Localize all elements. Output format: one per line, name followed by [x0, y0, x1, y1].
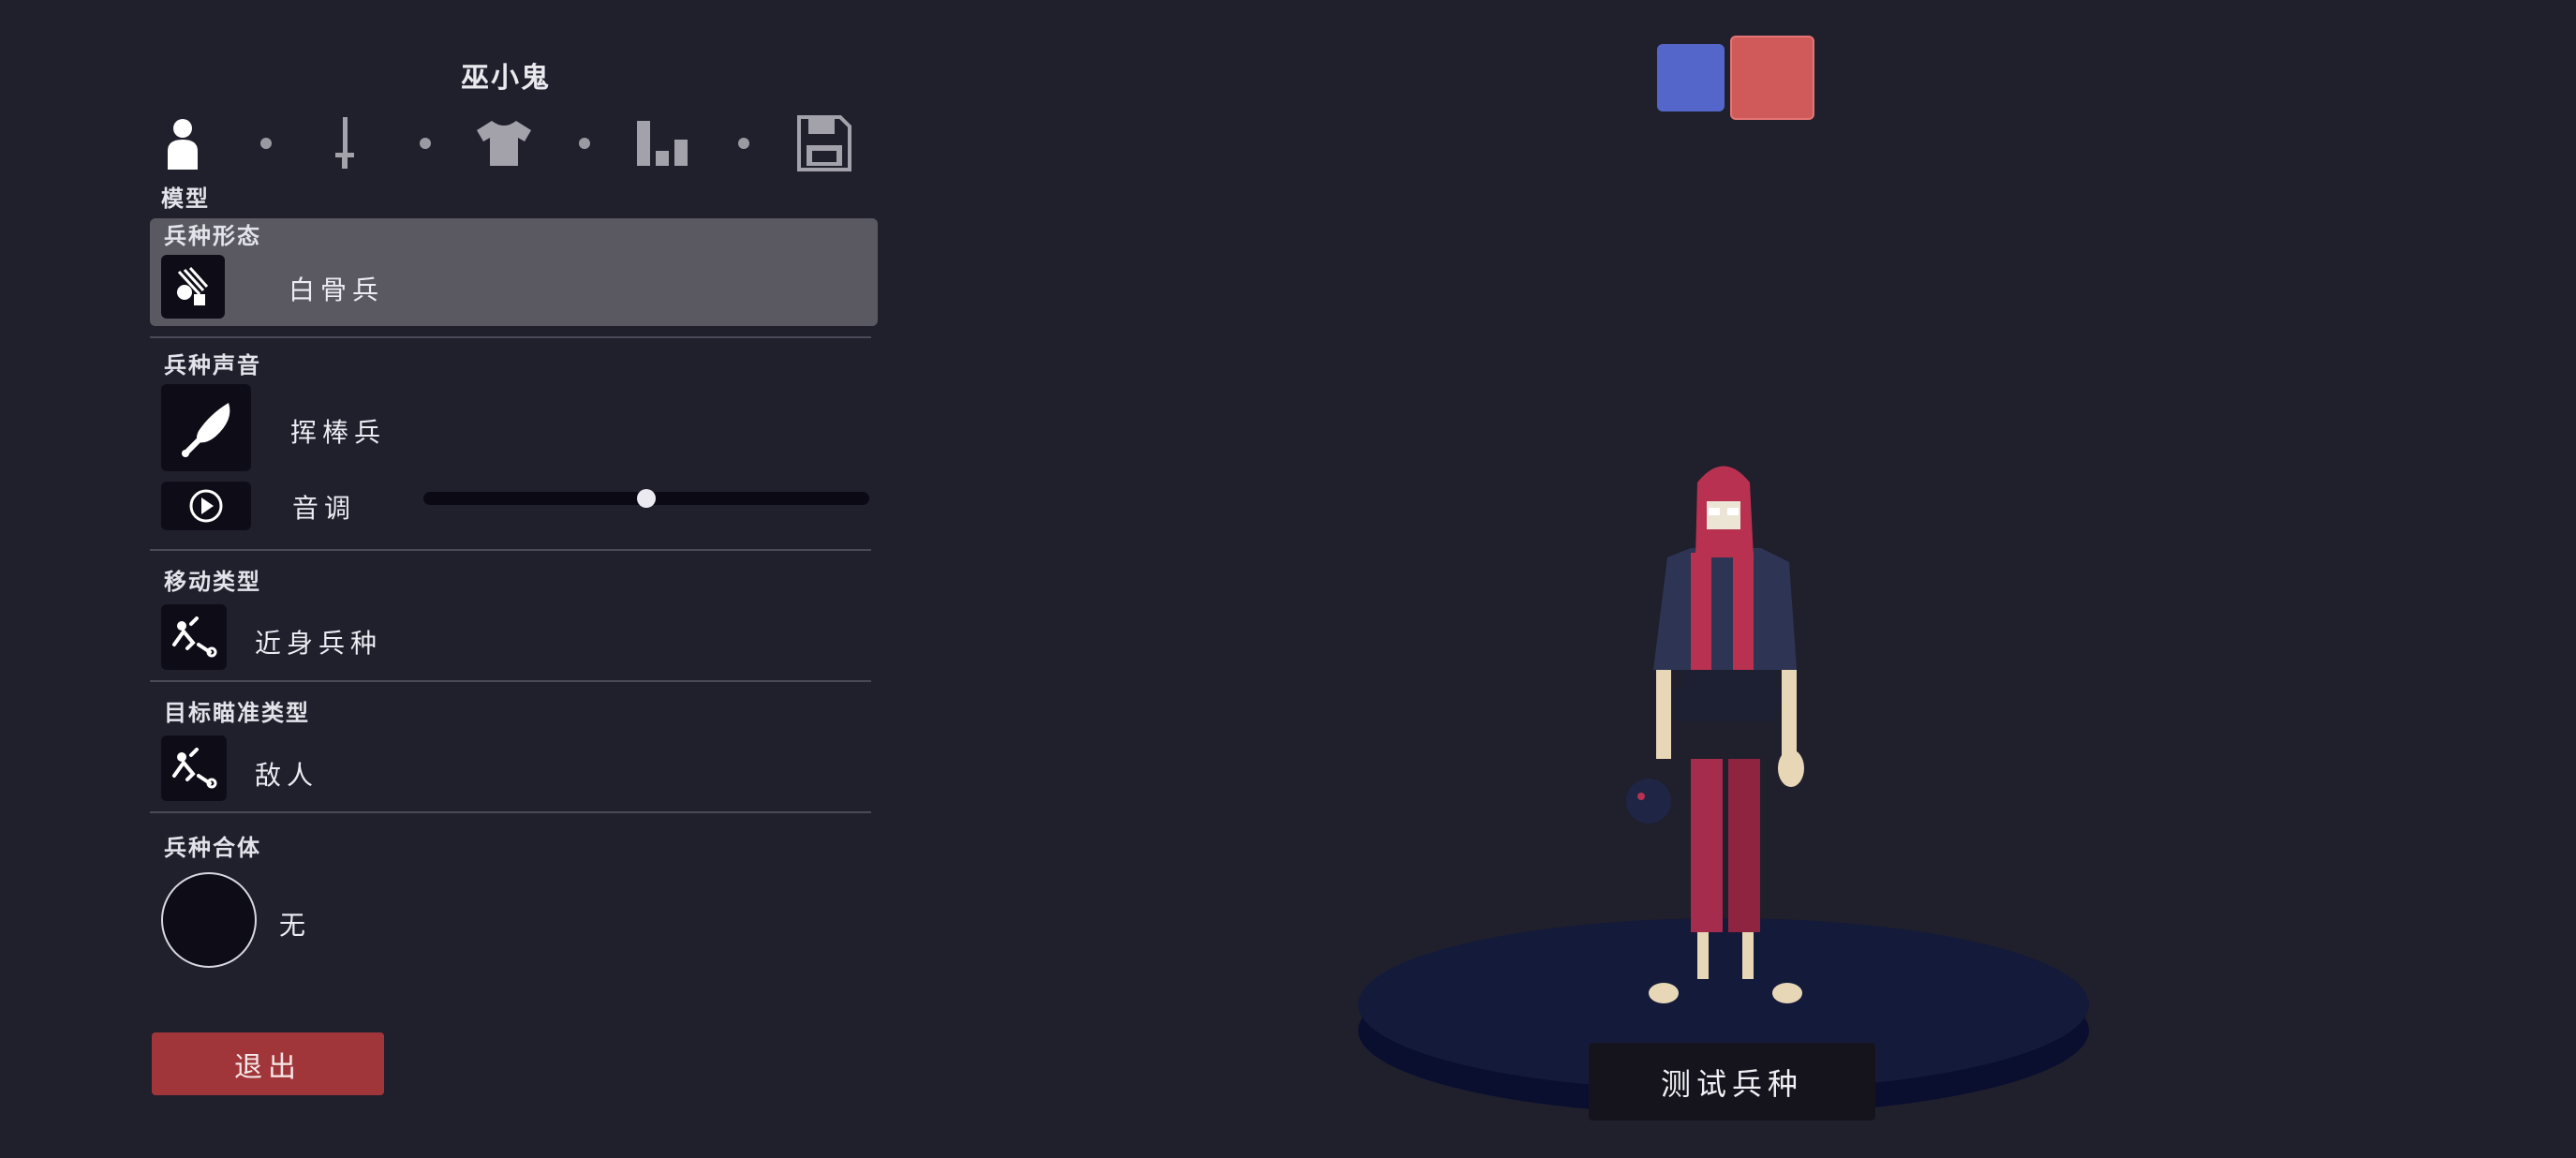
play-icon[interactable]	[161, 482, 251, 530]
person-icon[interactable]	[150, 111, 215, 176]
team-blue-swatch[interactable]	[1657, 44, 1725, 111]
unit-name-title: 巫小鬼	[461, 62, 551, 95]
target-type-value: 敌人	[255, 760, 319, 791]
stats-icon[interactable]	[630, 111, 696, 176]
pitch-slider-handle[interactable]	[637, 489, 656, 508]
editor-tabs	[150, 111, 862, 181]
movement-type-label: 移动类型	[164, 569, 261, 595]
tab-separator-dot	[738, 138, 749, 149]
unit-preview	[1358, 466, 2089, 1115]
unit-merge-label: 兵种合体	[164, 835, 261, 861]
divider	[150, 680, 871, 682]
unit-merge-value: 无	[279, 910, 312, 941]
shirt-icon[interactable]	[471, 111, 537, 176]
divider	[150, 549, 871, 551]
melee-icon[interactable]	[161, 604, 227, 670]
test-unit-button[interactable]: 测试兵种	[1589, 1043, 1875, 1121]
target-type-label: 目标瞄准类型	[164, 700, 310, 726]
unit-voice-value: 挥棒兵	[290, 417, 387, 448]
sword-icon[interactable]	[312, 111, 378, 176]
movement-type-value: 近身兵种	[255, 628, 383, 659]
unit-form-value: 白骨兵	[289, 275, 385, 305]
tab-separator-dot	[260, 138, 272, 149]
pitch-label: 音调	[292, 493, 357, 524]
exit-button[interactable]: 退出	[152, 1032, 384, 1095]
unit-form-label: 兵种形态	[164, 223, 261, 249]
skeleton-unit-icon	[161, 255, 225, 319]
club-icon[interactable]	[161, 384, 251, 471]
divider	[150, 336, 871, 338]
tab-separator-dot	[420, 138, 431, 149]
active-tab-label: 模型	[161, 186, 210, 212]
tab-separator-dot	[579, 138, 590, 149]
team-red-swatch[interactable]	[1730, 36, 1814, 120]
unit-merge-slot[interactable]	[161, 872, 257, 968]
save-icon[interactable]	[792, 111, 857, 176]
target-icon[interactable]	[161, 735, 227, 801]
divider	[150, 811, 871, 813]
unit-voice-label: 兵种声音	[164, 352, 261, 379]
